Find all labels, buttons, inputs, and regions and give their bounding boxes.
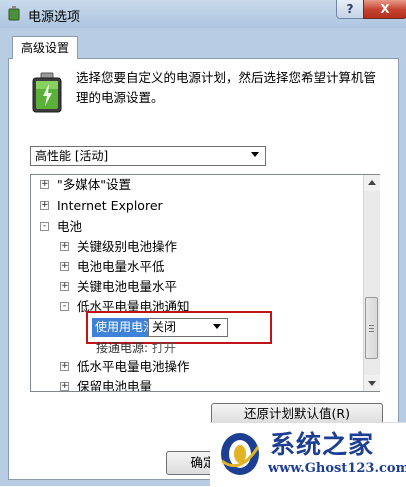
watermark-url: www.Ghost123.com: [268, 461, 406, 476]
power-options-icon: [8, 6, 20, 21]
scroll-down-button[interactable]: [364, 375, 380, 391]
tree-item-label: Internet Explorer: [57, 198, 163, 213]
plugged-in-value: 打开: [151, 341, 176, 355]
tree-item-label: 关键电池电量水平: [77, 279, 178, 294]
battery-icon: [32, 72, 62, 113]
expand-icon[interactable]: +: [60, 242, 69, 251]
arrow-down-icon: [368, 381, 376, 386]
watermark: 系统之家 www.Ghost123.com: [210, 422, 406, 487]
power-plan-select[interactable]: 高性能 [活动]: [30, 146, 266, 166]
plugged-in-setting[interactable]: 接通电源: 打开: [96, 339, 176, 357]
window-title: 电源选项: [28, 10, 81, 25]
tree-item-low-battery-action[interactable]: + 低水平电量电池操作: [60, 357, 190, 377]
scroll-thumb[interactable]: [365, 297, 378, 359]
expand-icon[interactable]: +: [40, 180, 49, 189]
title-bar: 电源选项 ? X: [0, 0, 406, 29]
tree-item-internet-explorer[interactable]: + Internet Explorer: [40, 196, 163, 216]
description-text: 选择您要自定义的电源计划，然后选择您希望计算机管理的电源设置。: [76, 70, 377, 105]
site-logo-icon: [221, 433, 260, 475]
tree-item-label: "多媒体"设置: [57, 177, 131, 192]
tree-item-critical-battery-level[interactable]: + 关键电池电量水平: [60, 277, 177, 297]
chevron-down-icon: [251, 152, 259, 157]
tree-item-critical-battery-action[interactable]: + 关键级别电池操作: [60, 237, 177, 257]
expand-icon[interactable]: +: [60, 282, 69, 291]
grip-line: [369, 325, 374, 326]
arrow-up-icon: [368, 180, 376, 185]
grip-line: [369, 328, 374, 329]
expand-icon[interactable]: +: [60, 382, 69, 391]
plugged-in-label: 接通电源:: [96, 341, 149, 355]
tree-item-low-battery-level[interactable]: + 电池电量水平低: [60, 257, 165, 277]
collapse-icon[interactable]: -: [40, 222, 49, 231]
close-button[interactable]: X: [363, 0, 406, 19]
settings-tree[interactable]: + "多媒体"设置 + Internet Explorer - 电池 + 关键级别电池操…: [30, 174, 380, 392]
grip-line: [369, 331, 374, 332]
tab-advanced-settings[interactable]: 高级设置: [12, 36, 78, 59]
expand-icon[interactable]: +: [60, 262, 69, 271]
expand-icon[interactable]: +: [60, 362, 69, 371]
tree-item-multimedia[interactable]: + "多媒体"设置: [40, 175, 131, 195]
watermark-title: 系统之家: [270, 430, 375, 459]
scroll-up-button[interactable]: [364, 175, 380, 191]
power-plan-value: 高性能 [活动]: [35, 149, 109, 163]
tree-item-label: 电池: [57, 219, 83, 234]
tree-scrollbar[interactable]: [363, 175, 380, 391]
tree-item-label: 低水平电量电池操作: [77, 359, 190, 374]
collapse-icon[interactable]: -: [60, 302, 69, 311]
tree-item-battery[interactable]: - 电池: [40, 217, 82, 237]
tree-item-label: 关键级别电池操作: [77, 239, 178, 254]
tree-item-label: 保留电池电量: [77, 379, 153, 392]
tree-item-reserve-battery-level[interactable]: + 保留电池电量: [60, 377, 153, 392]
help-button[interactable]: ?: [336, 0, 364, 19]
tree-item-label: 电池电量水平低: [77, 259, 165, 274]
expand-icon[interactable]: +: [40, 201, 49, 210]
